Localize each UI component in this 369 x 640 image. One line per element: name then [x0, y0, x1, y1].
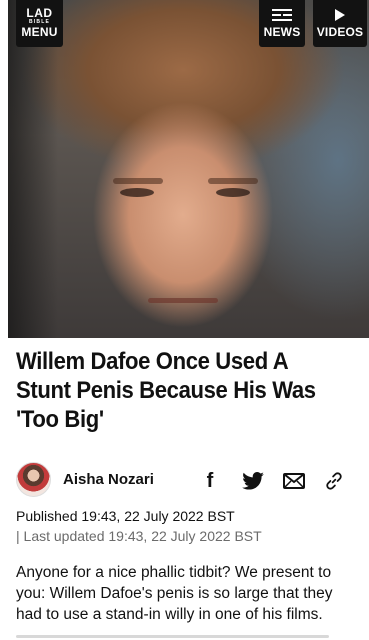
videos-button[interactable]: VIDEOS — [313, 0, 367, 47]
news-button[interactable]: NEWS — [259, 0, 305, 47]
updated-date: | Last updated 19:43, 22 July 2022 BST — [16, 528, 262, 544]
videos-label: VIDEOS — [316, 24, 364, 39]
menu-label: MENU — [21, 25, 58, 39]
hero-brow-right — [208, 178, 258, 184]
hero-image — [8, 0, 369, 338]
hero-shadow — [8, 0, 58, 338]
article-headline: Willem Dafoe Once Used A Stunt Penis Bec… — [16, 348, 316, 433]
author-name[interactable]: Aisha Nozari — [63, 471, 154, 488]
published-date: Published 19:43, 22 July 2022 BST — [16, 508, 235, 524]
link-icon[interactable] — [323, 471, 345, 491]
logo-lad-text: LAD — [26, 6, 53, 20]
news-icon — [272, 8, 292, 22]
article-body: Anyone for a nice phallic tidbit? We pre… — [16, 564, 333, 623]
play-icon — [335, 8, 345, 21]
mail-icon[interactable] — [283, 471, 305, 491]
twitter-icon[interactable] — [242, 471, 264, 491]
author-row: Aisha Nozari f — [16, 462, 356, 498]
news-label: NEWS — [263, 24, 301, 39]
menu-button[interactable]: LAD BIBLE MENU — [16, 0, 63, 47]
hero-mouth — [148, 298, 218, 303]
facebook-icon[interactable]: f — [199, 470, 221, 492]
next-paragraph-cutoff — [16, 632, 356, 640]
author-avatar[interactable] — [16, 462, 51, 497]
hero-eye-left — [120, 188, 154, 197]
hero-brow-left — [113, 178, 163, 184]
hero-eye-right — [216, 188, 250, 197]
